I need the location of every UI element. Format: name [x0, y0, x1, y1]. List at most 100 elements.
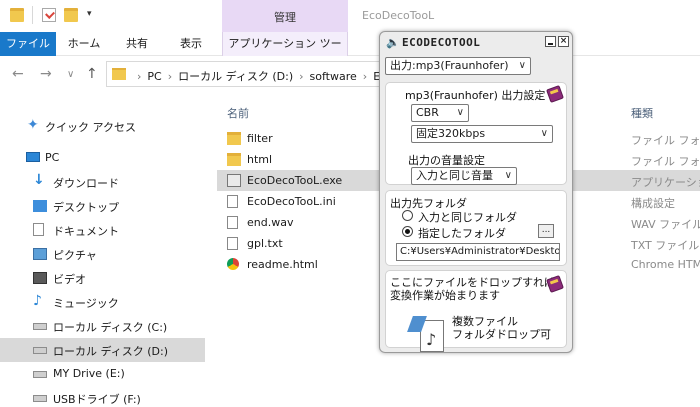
chevron-down-icon: ∨ [504, 170, 512, 181]
column-header-type[interactable]: 種類 [631, 105, 653, 121]
folder-icon [227, 132, 241, 145]
forward-arrow-icon[interactable]: → [40, 66, 52, 82]
volume-value: 入力と同じ音量 [416, 169, 493, 182]
file-name: end.wav [247, 216, 294, 229]
picture-icon [33, 248, 47, 260]
context-tab-manage[interactable]: 管理 [222, 0, 348, 32]
close-icon[interactable]: × [558, 36, 569, 47]
drop-file-icon: ♪ [407, 316, 446, 356]
output-format-value: 出力:mp3(Fraunhofer) [390, 59, 509, 72]
drive-icon [33, 371, 47, 378]
txt-icon [227, 237, 238, 250]
volume-heading: 出力の音量設定 [408, 154, 485, 167]
file-type: Chrome HTML [631, 258, 700, 271]
help-book-icon[interactable] [546, 85, 564, 103]
sidebar-item-videos[interactable]: ビデオ [0, 266, 205, 290]
folder-icon [227, 153, 241, 166]
star-icon: ✦ [27, 117, 39, 133]
address-input[interactable]: ›PC›ローカル ディスク (D:)›software›Eco [106, 61, 406, 87]
customize-quick-access-icon[interactable]: ▾ [87, 9, 92, 19]
chrome-icon [227, 258, 239, 270]
tab-file[interactable]: ファイル [0, 32, 56, 56]
file-name: html [247, 153, 273, 166]
sidebar-item-label: USBドライブ (F:) [53, 393, 141, 406]
sidebar-item-label: ダウンロード [53, 177, 119, 190]
breadcrumb-software[interactable]: software [310, 70, 357, 83]
file-type: TXT ファイル [631, 239, 700, 252]
chevron-down-icon: ∨ [456, 107, 464, 118]
column-header-name[interactable]: 名前 [227, 105, 249, 121]
drive-icon [33, 323, 47, 330]
bitrate-select[interactable]: 固定320kbps ∨ [411, 125, 553, 143]
recent-chevron-icon[interactable]: ∨ [67, 69, 74, 80]
minimize-button[interactable] [545, 36, 556, 47]
titlebar-divider [32, 6, 33, 24]
up-arrow-icon[interactable]: ↑ [86, 66, 98, 82]
sidebar-item-downloads[interactable]: ↓ ダウンロード [0, 170, 205, 194]
sidebar-item-documents[interactable]: ドキュメント [0, 218, 205, 242]
new-folder-icon[interactable] [64, 8, 78, 22]
ribbon-tabs: ファイル ホーム 共有 表示 アプリケーション ツール [0, 32, 700, 73]
tab-view[interactable]: 表示 [164, 32, 218, 56]
ini-icon [227, 195, 238, 208]
file-type: ファイル フォルダー [631, 134, 700, 147]
sidebar-item-label: クイック アクセス [45, 121, 136, 134]
ecodecotool-title: ECODECOTOOL [402, 36, 481, 49]
music-icon: ♪ [33, 293, 42, 309]
drop-zone-panel[interactable]: ここにファイルをドロップすれば 変換作業が始まります ♪ 複数ファイル フォルダ… [385, 270, 567, 352]
radio-specified-folder[interactable] [402, 226, 413, 237]
video-icon [33, 272, 47, 284]
output-settings-panel: mp3(Fraunhofer) 出力設定 CBR ∨ 固定320kbps ∨ 出力の… [385, 82, 567, 185]
output-folder-panel: 出力先フォルダ 入力と同じフォルダ 指定したフォルダ ... C:¥Users¥… [385, 190, 567, 266]
multi-file-note-line-2: フォルダドロップ可 [452, 328, 551, 341]
breadcrumb-separator: › [137, 70, 142, 83]
tab-home[interactable]: ホーム [56, 32, 112, 56]
volume-select[interactable]: 入力と同じ音量 ∨ [411, 167, 517, 185]
encode-mode-select[interactable]: CBR ∨ [411, 104, 469, 122]
folder-icon [112, 68, 126, 80]
music-note-icon: ♪ [426, 330, 437, 349]
file-name: gpl.txt [247, 237, 283, 250]
back-arrow-icon[interactable]: ← [12, 66, 24, 82]
sidebar-item-label: ミュージック [53, 297, 119, 310]
help-book-icon[interactable] [546, 275, 564, 293]
sidebar-item-drive-c[interactable]: ローカル ディスク (C:) [0, 314, 205, 338]
file-type: ファイル フォルダー [631, 155, 700, 168]
drive-icon [33, 395, 47, 402]
breadcrumb: ›PC›ローカル ディスク (D:)›software›Eco [131, 68, 393, 84]
context-tab-label: 管理 [274, 11, 296, 24]
properties-icon[interactable] [42, 8, 56, 22]
tab-share[interactable]: 共有 [112, 32, 162, 56]
sidebar-item-drive-f[interactable]: USBドライブ (F:) [0, 386, 205, 407]
radio-same-folder[interactable] [402, 210, 413, 221]
breadcrumb-separator: › [167, 70, 173, 83]
breadcrumb-separator: › [362, 70, 368, 83]
sidebar-item-label: デスクトップ [53, 201, 119, 214]
sidebar-item-quick-access[interactable]: ✦ クイック アクセス [0, 114, 205, 138]
file-name: filter [247, 132, 273, 145]
sidebar-item-label: ローカル ディスク (D:) [53, 345, 168, 358]
exe-icon [227, 174, 241, 187]
sidebar-item-pictures[interactable]: ピクチャ [0, 242, 205, 266]
sidebar-item-pc[interactable]: PC [0, 146, 205, 170]
sidebar-item-desktop[interactable]: デスクトップ [0, 194, 205, 218]
sidebar-item-drive-e[interactable]: MY Drive (E:) [0, 362, 205, 386]
file-type: アプリケーション [631, 176, 700, 189]
file-type: WAV ファイル [631, 218, 700, 231]
breadcrumb-separator: › [299, 70, 304, 83]
navigation-pane: ✦ クイック アクセス PC ↓ ダウンロード デスクトップ ドキュメント ピク… [0, 91, 205, 407]
address-bar: ← → ∨ ↑ ›PC›ローカル ディスク (D:)›software›Eco [0, 57, 700, 91]
breadcrumb-pc[interactable]: PC [147, 70, 161, 83]
sidebar-item-drive-d[interactable]: ローカル ディスク (D:) [0, 338, 205, 362]
desktop-icon [33, 200, 47, 212]
breadcrumb-drive-d[interactable]: ローカル ディスク (D:) [178, 70, 293, 83]
output-folder-path-field[interactable]: C:¥Users¥Administrator¥Desktop [396, 243, 560, 261]
file-type: 構成設定 [631, 197, 675, 210]
output-format-select[interactable]: 出力:mp3(Fraunhofer) ∨ [385, 57, 531, 75]
ecodecotool-titlebar[interactable]: 🔈 ECODECOTOOL × [380, 32, 572, 53]
window-title: EcoDecoTooL [362, 9, 435, 22]
radio-same-folder-label: 入力と同じフォルダ [418, 211, 517, 224]
tab-application-tools[interactable]: アプリケーション ツール [222, 32, 348, 73]
browse-folder-button[interactable]: ... [538, 224, 554, 238]
sidebar-item-music[interactable]: ♪ ミュージック [0, 290, 205, 314]
